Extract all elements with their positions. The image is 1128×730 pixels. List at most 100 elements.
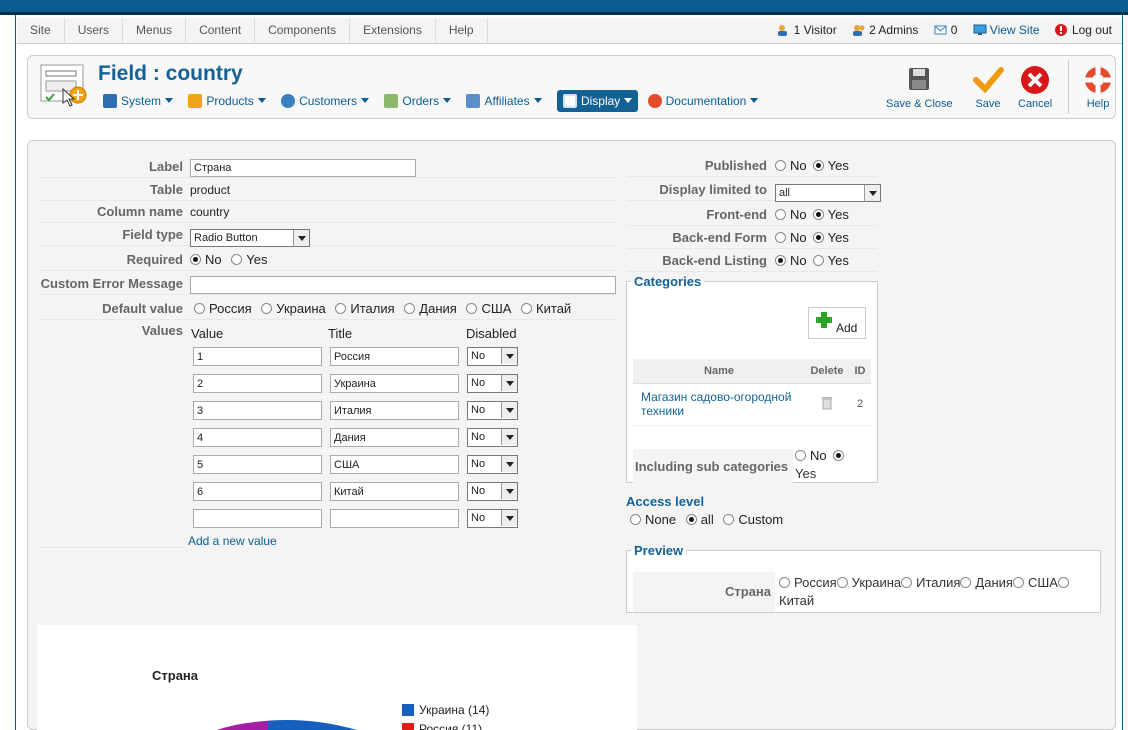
subcategory-no-radio[interactable] — [795, 450, 806, 461]
title-input[interactable] — [330, 428, 459, 447]
disabled-select[interactable]: No — [467, 401, 518, 420]
error-message-input[interactable] — [190, 276, 616, 294]
default-radio-4[interactable] — [404, 303, 416, 314]
values-col-title: Title — [328, 326, 353, 341]
required-no-radio[interactable] — [190, 254, 201, 265]
required-yes-radio[interactable] — [231, 254, 243, 265]
preview-options: Россия Украина Италия Дания США Китай — [779, 574, 1089, 610]
preview-option-label: Украина — [851, 575, 902, 590]
title-input[interactable] — [330, 347, 459, 366]
preview-fieldset: Preview Страна Россия Украина Италия Дания С… — [626, 543, 1101, 613]
backend-listing-yes-radio[interactable] — [812, 255, 824, 266]
chart-title: Страна — [152, 668, 199, 683]
chevron-down-icon — [501, 348, 517, 364]
value-input[interactable] — [193, 509, 322, 528]
top-stripe — [0, 0, 1128, 15]
submenu-products[interactable]: Products — [188, 90, 271, 112]
chevron-down-icon — [864, 185, 880, 201]
fieldtype-select[interactable]: Radio Button — [190, 229, 310, 247]
error-label: Custom Error Message — [40, 276, 183, 291]
default-option-label: Украина — [276, 301, 326, 316]
value-input[interactable] — [193, 455, 322, 474]
menu-extensions[interactable]: Extensions — [350, 18, 436, 44]
disabled-select[interactable]: No — [467, 347, 518, 366]
save-close-button[interactable]: Save & Close — [886, 64, 953, 110]
default-option-label: Россия — [209, 301, 252, 316]
add-value-link[interactable]: Add a new value — [188, 534, 277, 548]
frontend-yes-radio[interactable] — [812, 209, 824, 220]
display-icon — [562, 94, 577, 108]
submenu-customers[interactable]: Customers — [281, 90, 375, 112]
title-input[interactable] — [330, 401, 459, 420]
save-label: Save — [975, 98, 1001, 110]
default-radio-3[interactable] — [335, 303, 347, 314]
access-all-radio[interactable] — [685, 514, 697, 525]
value-input[interactable] — [193, 374, 322, 393]
category-link[interactable]: Магазин садово-огородной техники — [641, 390, 791, 418]
menu-site[interactable]: Site — [17, 18, 65, 44]
preview-legend: Preview — [634, 543, 684, 558]
access-none-radio[interactable] — [630, 514, 641, 525]
title-input[interactable] — [330, 455, 459, 474]
subcategory-yes-radio[interactable] — [832, 450, 844, 461]
page-toolbar: Field : country System Products Customer… — [27, 55, 1116, 119]
submenu-affiliates[interactable]: Affiliates — [466, 90, 547, 112]
title-input[interactable] — [330, 482, 459, 501]
preview-radio-1[interactable] — [779, 577, 790, 588]
disabled-select[interactable]: No — [467, 455, 518, 474]
menu-users[interactable]: Users — [65, 18, 124, 44]
submenu-system[interactable]: System — [103, 90, 179, 112]
disabled-select[interactable]: No — [467, 374, 518, 393]
submenu-orders[interactable]: Orders — [384, 90, 457, 112]
default-radio-5[interactable] — [466, 303, 478, 314]
default-radio-6[interactable] — [521, 303, 533, 314]
label-input[interactable] — [190, 159, 416, 177]
backend-form-no-radio[interactable] — [775, 232, 786, 243]
add-category-button[interactable]: Add — [808, 307, 866, 339]
title-input[interactable] — [330, 374, 459, 393]
value-input[interactable] — [193, 428, 322, 447]
published-yes-radio[interactable] — [812, 160, 824, 171]
title-input[interactable] — [330, 509, 459, 528]
value-input[interactable] — [193, 482, 322, 501]
messages-status[interactable]: 0 — [934, 18, 957, 43]
access-custom-radio[interactable] — [723, 514, 735, 525]
view-site-label[interactable]: View Site — [990, 23, 1040, 37]
preview-radio-3[interactable] — [901, 577, 913, 588]
preview-option-label: Россия — [794, 575, 837, 590]
default-radio-1[interactable] — [194, 303, 205, 314]
published-no-radio[interactable] — [775, 160, 786, 171]
trash-icon[interactable] — [822, 396, 832, 410]
disabled-select[interactable]: No — [467, 428, 518, 447]
backend-form-yes-radio[interactable] — [812, 232, 824, 243]
logout-label[interactable]: Log out — [1072, 23, 1112, 37]
preview-radio-5[interactable] — [1012, 577, 1024, 588]
submenu-documentation[interactable]: Documentation — [647, 90, 765, 112]
values-col-value: Value — [191, 326, 224, 341]
value-input[interactable] — [193, 401, 322, 420]
frontend-no-radio[interactable] — [775, 209, 786, 220]
default-radio-2[interactable] — [261, 303, 273, 314]
help-button[interactable]: Help — [1082, 64, 1114, 110]
cancel-button[interactable]: Cancel — [1018, 64, 1052, 110]
disabled-select[interactable]: No — [467, 482, 518, 501]
fieldtype-label: Field type — [122, 227, 183, 242]
cancel-label: Cancel — [1018, 98, 1053, 110]
disabled-value: No — [471, 458, 486, 470]
view-site-link[interactable]: View Site — [973, 18, 1040, 43]
save-button[interactable]: Save — [972, 64, 1004, 110]
logout-link[interactable]: Log out — [1054, 18, 1112, 43]
preview-radio-6[interactable] — [1057, 577, 1069, 588]
value-input[interactable] — [193, 347, 322, 366]
default-label: Default value — [102, 301, 183, 316]
preview-radio-4[interactable] — [960, 577, 972, 588]
backend-listing-no-radio[interactable] — [775, 255, 786, 266]
preview-radio-2[interactable] — [836, 577, 848, 588]
menu-help[interactable]: Help — [436, 18, 488, 44]
menu-menus[interactable]: Menus — [123, 18, 187, 44]
display-limited-select[interactable]: all — [775, 184, 881, 202]
submenu-display[interactable]: Display — [556, 90, 639, 112]
menu-content[interactable]: Content — [186, 18, 256, 44]
menu-components[interactable]: Components — [255, 18, 351, 44]
disabled-select[interactable]: No — [467, 509, 518, 528]
